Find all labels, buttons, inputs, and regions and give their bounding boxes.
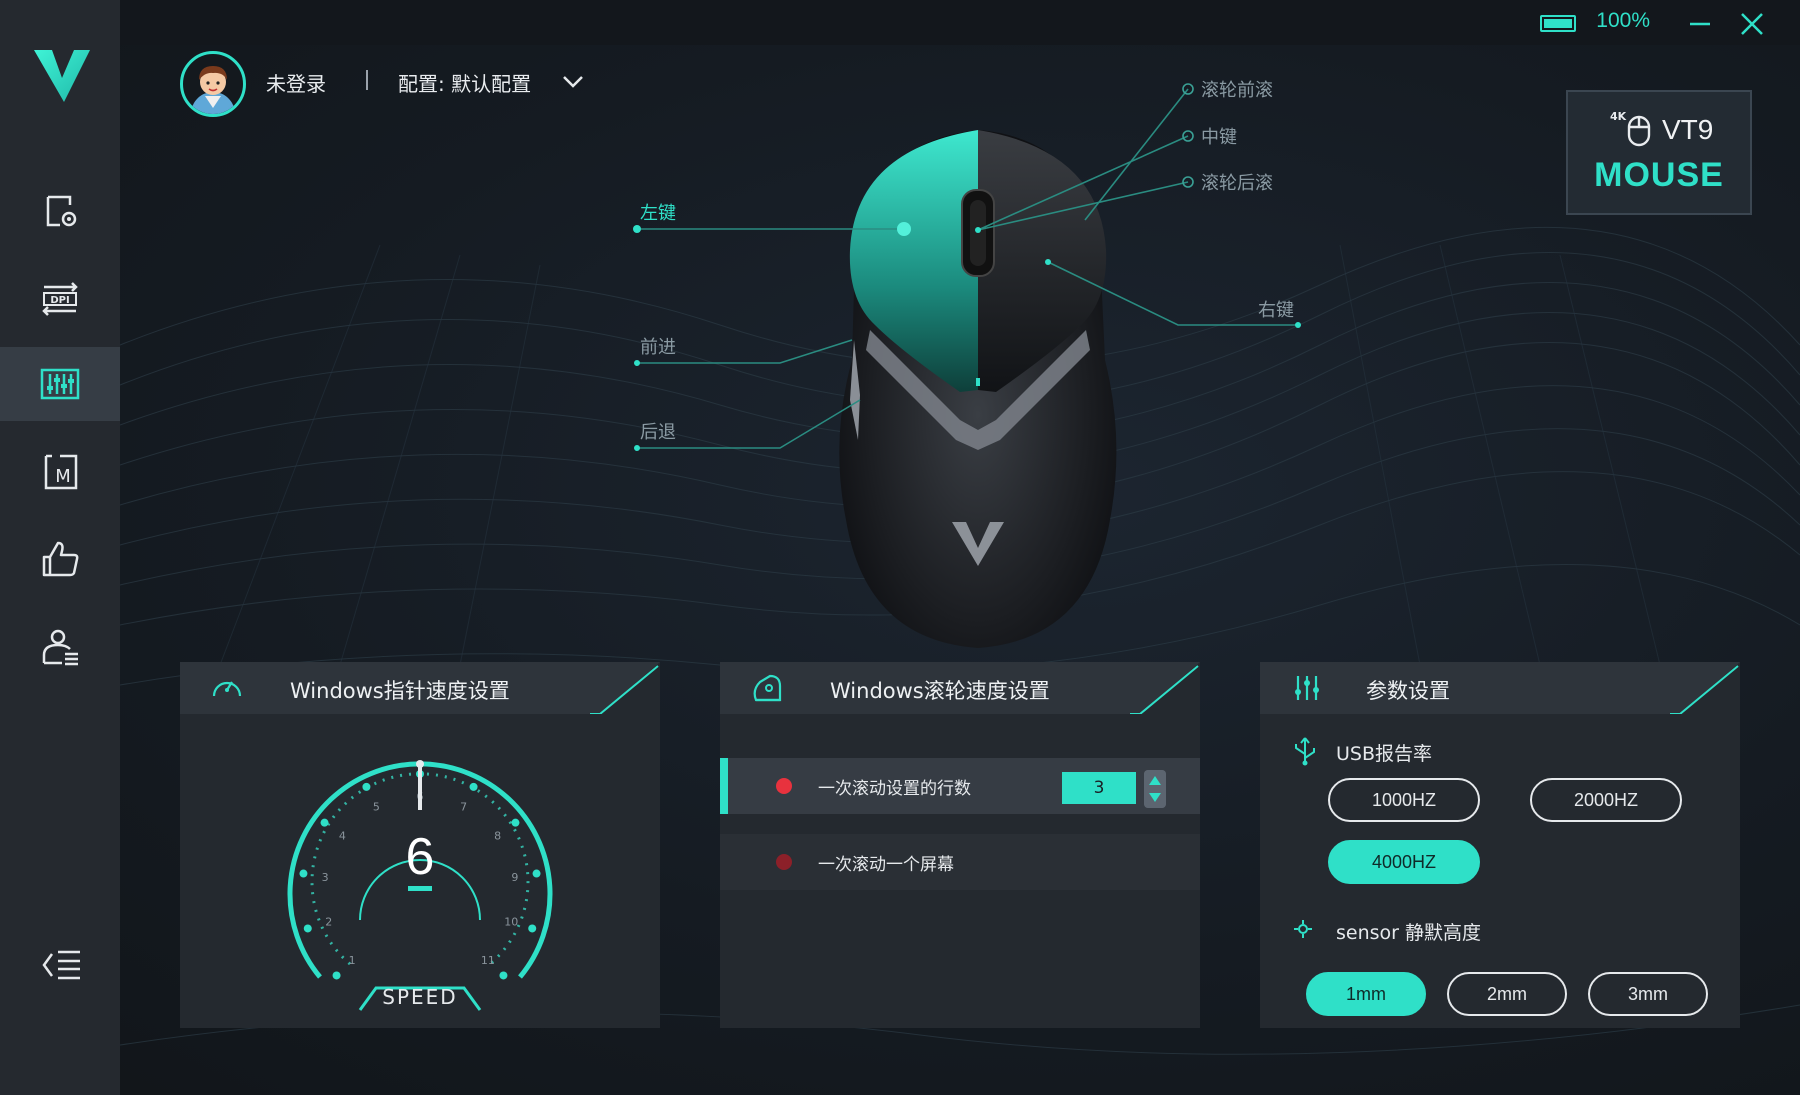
avatar[interactable] — [180, 51, 246, 117]
scroll-option-lines-label: 一次滚动设置的行数 — [818, 779, 971, 799]
gauge-tick-dot — [303, 924, 312, 933]
model-type: MOUSE — [1594, 156, 1724, 194]
gauge-tick-label: 7 — [460, 800, 467, 813]
gauge-tick-label: 3 — [322, 871, 329, 884]
parameter-panel: 参数设置 USB报告率 1000HZ 2000HZ 4000HZ sensor … — [1260, 662, 1740, 1028]
scroll-option-screen[interactable]: 一次滚动一个屏幕 — [720, 834, 1200, 890]
gauge-tick-label: 9 — [511, 871, 518, 884]
usb-icon — [1295, 737, 1315, 766]
gauge-tick-label: 8 — [494, 830, 501, 843]
panel-header: Windows指针速度设置 — [180, 662, 660, 714]
sensor-icon — [1294, 920, 1312, 938]
speedometer-icon — [212, 681, 242, 697]
speed-value: 6 — [406, 828, 435, 886]
close-icon[interactable] — [1738, 10, 1766, 38]
gauge-tick-dot — [499, 971, 508, 980]
speed-gauge[interactable]: 1234567891011 6 SPEED — [280, 752, 560, 1012]
callout-scroll-up[interactable]: 滚轮前滚 — [1201, 76, 1273, 102]
model-4k-badge: 4K — [1610, 110, 1627, 123]
thumbs-up-icon — [42, 541, 79, 577]
scroll-option-lines[interactable]: 一次滚动设置的行数 3 — [720, 758, 1200, 814]
sidebar: DPI M — [0, 0, 120, 1095]
pointer-speed-panel: Windows指针速度设置 1234567891011 6 SPEED — [180, 662, 660, 1028]
sensor-height-label: sensor 静默高度 — [1336, 922, 1482, 944]
gauge-tick-label: 1 — [349, 954, 356, 967]
selected-accent — [720, 758, 728, 814]
battery-percent: 100% — [1596, 9, 1650, 32]
gauge-tick-dot — [469, 782, 478, 791]
gauge-tick-dot — [528, 924, 537, 933]
panel-header: Windows滚轮速度设置 — [720, 662, 1200, 714]
callout-left-button[interactable]: 左键 — [640, 199, 676, 225]
dpi-icon: DPI — [42, 282, 78, 316]
panel-header-bar — [1260, 662, 1740, 714]
scroll-panel-title: Windows滚轮速度设置 — [830, 679, 1050, 703]
sidebar-item-parameters[interactable] — [0, 347, 120, 421]
gauge-tick-dot — [362, 782, 371, 791]
gauge-tick-label: 10 — [504, 916, 518, 929]
app-window: DPI M 100% 未登录 配置: 默认配置 左键 前进 后退 滚轮前滚 中键… — [0, 0, 1800, 1095]
header-divider — [366, 70, 368, 90]
battery-indicator — [1540, 15, 1576, 32]
gauge-tick-dot — [299, 869, 308, 878]
sidebar-item-dpi[interactable]: DPI — [0, 262, 120, 336]
user-list-icon — [42, 629, 78, 666]
battery-fill — [1544, 19, 1572, 28]
gauge-tick-label: 5 — [373, 800, 380, 813]
scroll-wheel-icon — [753, 674, 782, 702]
sidebar-item-like[interactable] — [0, 522, 120, 596]
radio-dot-selected[interactable] — [776, 778, 792, 794]
model-name: VT9 — [1662, 114, 1714, 145]
gauge-needle — [418, 764, 422, 810]
callout-forward[interactable]: 前进 — [640, 333, 676, 359]
scroll-option-screen-label: 一次滚动一个屏幕 — [818, 855, 954, 875]
callout-right-button[interactable]: 右键 — [1258, 296, 1294, 322]
pointer-panel-title: Windows指针速度设置 — [290, 679, 510, 703]
v-logo-icon — [34, 50, 90, 102]
callout-back[interactable]: 后退 — [640, 418, 676, 444]
gauge-tick-dot — [511, 818, 520, 827]
mouse-icon — [1627, 115, 1651, 147]
sidebar-item-account[interactable] — [0, 610, 120, 684]
rate-option-4000hz[interactable]: 4000HZ — [1328, 840, 1480, 884]
gauge-tick-dot — [332, 971, 341, 980]
callout-middle[interactable]: 中键 — [1201, 123, 1237, 149]
login-status[interactable]: 未登录 — [266, 68, 326, 97]
config-selector[interactable]: 配置: 默认配置 — [398, 68, 531, 97]
gauge-tick-label: 4 — [339, 830, 346, 843]
rate-option-2000hz[interactable]: 2000HZ — [1530, 778, 1682, 822]
param-panel-title: 参数设置 — [1366, 679, 1450, 703]
gauge-tick-label: 2 — [325, 916, 332, 929]
rate-option-1000hz[interactable]: 1000HZ — [1328, 778, 1480, 822]
sliders-icon — [1295, 676, 1319, 700]
height-option-2mm[interactable]: 2mm — [1447, 972, 1567, 1016]
height-option-1mm[interactable]: 1mm — [1306, 972, 1426, 1016]
lines-value-input[interactable]: 3 — [1062, 772, 1136, 804]
mouse-illustration — [633, 83, 1301, 648]
sidebar-item-macro[interactable]: M — [0, 435, 120, 509]
scroll-speed-panel: Windows滚轮速度设置 一次滚动设置的行数 3 一次滚动一个屏幕 — [720, 662, 1200, 1028]
callout-scroll-down[interactable]: 滚轮后滚 — [1201, 169, 1273, 195]
panel-header: 参数设置 — [1260, 662, 1740, 714]
avatar-image — [191, 66, 235, 114]
lines-spinner[interactable] — [1144, 770, 1166, 808]
macro-icon-label: M — [55, 466, 71, 487]
height-option-3mm[interactable]: 3mm — [1588, 972, 1708, 1016]
equalizer-icon — [40, 368, 80, 400]
macro-m-icon: M — [44, 454, 78, 490]
title-bar: 100% — [120, 0, 1800, 45]
menu-collapse-icon[interactable] — [42, 948, 82, 982]
dpi-icon-label: DPI — [50, 295, 69, 306]
gauge-tick-label: 11 — [481, 954, 495, 967]
chevron-down-icon[interactable] — [562, 74, 584, 90]
usb-rate-label: USB报告率 — [1336, 743, 1433, 765]
gauge-tick-dot — [320, 818, 329, 827]
model-badge: 4K VT9 MOUSE — [1566, 90, 1752, 215]
speed-label: SPEED — [382, 985, 457, 1009]
radio-dot[interactable] — [776, 854, 792, 870]
minimize-icon[interactable] — [1686, 10, 1714, 38]
sidebar-item-settings[interactable] — [0, 174, 120, 248]
macro-settings-icon — [46, 195, 77, 227]
gauge-tick-dot — [532, 869, 541, 878]
